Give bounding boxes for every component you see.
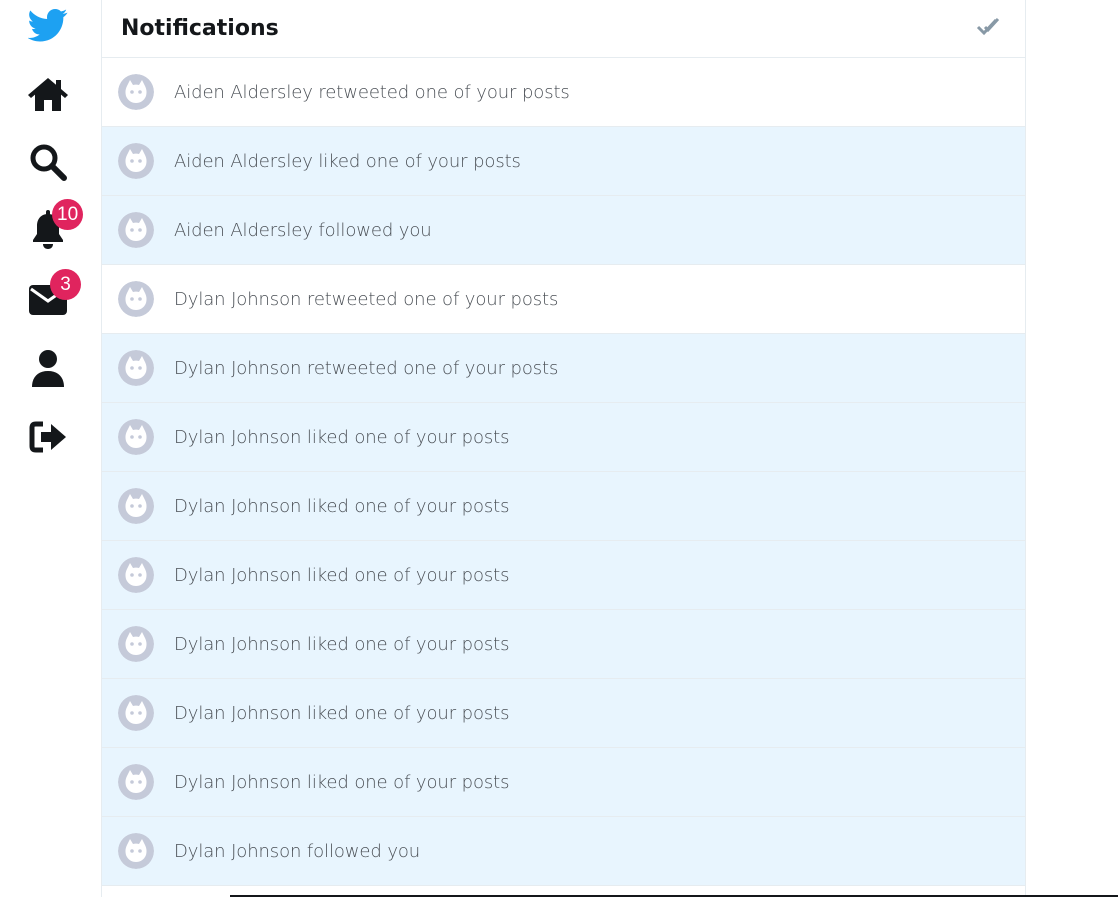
nav-messages[interactable]: 3 bbox=[26, 269, 81, 322]
notification-text: Aiden Aldersley liked one of your posts bbox=[174, 150, 521, 172]
notification-item[interactable]: Dylan Johnson liked one of your posts bbox=[102, 748, 1025, 817]
notification-text: Dylan Johnson liked one of your posts bbox=[174, 426, 510, 448]
notification-item[interactable]: Dylan Johnson liked one of your posts bbox=[102, 541, 1025, 610]
mark-all-read-button[interactable] bbox=[975, 14, 1001, 40]
notification-text: Dylan Johnson liked one of your posts bbox=[174, 702, 510, 724]
notification-text: Aiden Aldersley followed you bbox=[174, 219, 432, 241]
notification-item[interactable]: Dylan Johnson retweeted one of your post… bbox=[102, 334, 1025, 403]
header: Notifications bbox=[102, 0, 1025, 58]
avatar bbox=[118, 74, 154, 110]
avatar bbox=[118, 212, 154, 248]
search-icon bbox=[30, 144, 67, 181]
nav-profile[interactable] bbox=[26, 347, 70, 391]
cat-avatar-icon bbox=[118, 419, 154, 455]
notification-text: Dylan Johnson liked one of your posts bbox=[174, 633, 510, 655]
cat-avatar-icon bbox=[118, 350, 154, 386]
notification-text: Dylan Johnson retweeted one of your post… bbox=[174, 357, 559, 379]
messages-badge: 3 bbox=[50, 269, 81, 300]
cat-avatar-icon bbox=[118, 764, 154, 800]
notification-text: Aiden Aldersley retweeted one of your po… bbox=[174, 81, 570, 103]
avatar bbox=[118, 143, 154, 179]
cat-avatar-icon bbox=[118, 833, 154, 869]
notification-item[interactable]: Aiden Aldersley liked one of your posts bbox=[102, 127, 1025, 196]
notification-text: Dylan Johnson liked one of your posts bbox=[174, 564, 510, 586]
page-title: Notifications bbox=[121, 16, 279, 41]
avatar bbox=[118, 764, 154, 800]
notification-text: Dylan Johnson retweeted one of your post… bbox=[174, 288, 559, 310]
logo-button[interactable] bbox=[26, 3, 70, 47]
user-icon bbox=[32, 350, 64, 387]
cat-avatar-icon bbox=[118, 557, 154, 593]
avatar bbox=[118, 488, 154, 524]
notification-item[interactable]: Dylan Johnson liked one of your posts bbox=[102, 679, 1025, 748]
avatar bbox=[118, 626, 154, 662]
notifications-panel: Notifications Aiden Aldersley retweeted … bbox=[101, 0, 1026, 897]
notification-item[interactable]: Dylan Johnson retweeted one of your post… bbox=[102, 265, 1025, 334]
notification-item[interactable]: Dylan Johnson liked one of your posts bbox=[102, 472, 1025, 541]
nav-notifications[interactable]: 10 bbox=[26, 199, 84, 252]
notification-text: Dylan Johnson liked one of your posts bbox=[174, 495, 510, 517]
cat-avatar-icon bbox=[118, 695, 154, 731]
notification-item[interactable]: Dylan Johnson followed you bbox=[102, 817, 1025, 886]
notifications-badge: 10 bbox=[52, 199, 84, 230]
avatar bbox=[118, 695, 154, 731]
notification-text: Dylan Johnson followed you bbox=[174, 840, 421, 862]
cat-avatar-icon bbox=[118, 626, 154, 662]
cat-avatar-icon bbox=[118, 212, 154, 248]
sidebar: 10 3 bbox=[0, 0, 96, 897]
bird-icon bbox=[28, 9, 68, 42]
cat-avatar-icon bbox=[118, 281, 154, 317]
nav-home[interactable] bbox=[26, 72, 70, 116]
notification-item[interactable]: Aiden Aldersley retweeted one of your po… bbox=[102, 58, 1025, 127]
avatar bbox=[118, 281, 154, 317]
avatar bbox=[118, 557, 154, 593]
avatar bbox=[118, 350, 154, 386]
notification-list: Aiden Aldersley retweeted one of your po… bbox=[102, 58, 1025, 886]
avatar bbox=[118, 419, 154, 455]
nav-logout[interactable] bbox=[26, 415, 70, 459]
home-icon bbox=[28, 78, 68, 111]
notification-item[interactable]: Dylan Johnson liked one of your posts bbox=[102, 610, 1025, 679]
logout-icon bbox=[29, 421, 66, 453]
cat-avatar-icon bbox=[118, 488, 154, 524]
notification-item[interactable]: Dylan Johnson liked one of your posts bbox=[102, 403, 1025, 472]
nav-search[interactable] bbox=[26, 140, 70, 184]
cat-avatar-icon bbox=[118, 74, 154, 110]
notification-text: Dylan Johnson liked one of your posts bbox=[174, 771, 510, 793]
double-check-icon bbox=[976, 17, 1000, 36]
cat-avatar-icon bbox=[118, 143, 154, 179]
notification-item[interactable]: Aiden Aldersley followed you bbox=[102, 196, 1025, 265]
avatar bbox=[118, 833, 154, 869]
